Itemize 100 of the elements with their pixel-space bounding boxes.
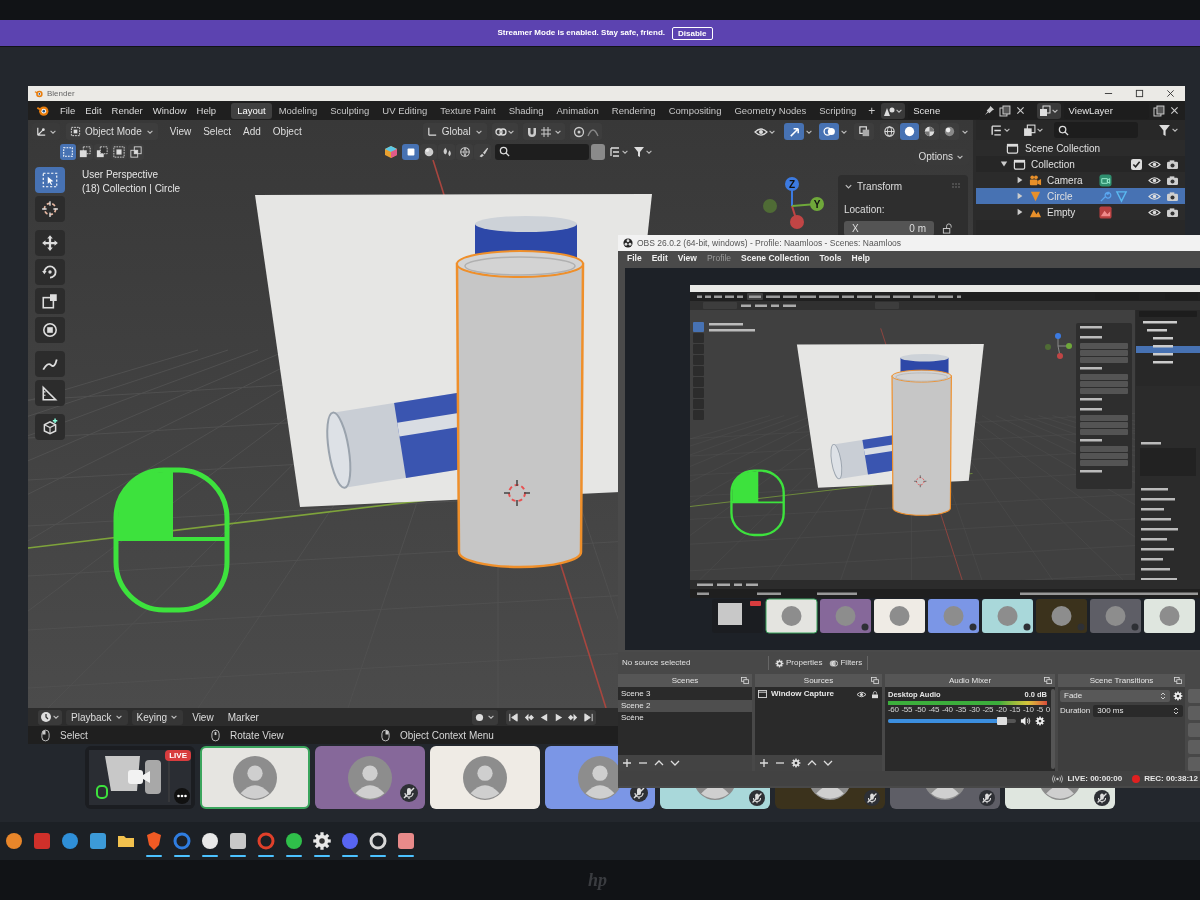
maximize-icon[interactable]	[1135, 89, 1144, 98]
undock-icon[interactable]	[1174, 677, 1182, 684]
gear-icon[interactable]	[791, 758, 801, 768]
gear-icon[interactable]	[1173, 691, 1183, 701]
undock-icon[interactable]	[741, 677, 749, 684]
workspace-tab[interactable]: Compositing	[662, 102, 728, 119]
call-tile[interactable]	[775, 788, 885, 809]
filter-toggle-button[interactable]	[456, 143, 473, 160]
app-logo-icon[interactable]	[36, 104, 49, 117]
scene-item[interactable]: Scène	[618, 712, 752, 724]
selection-mode-button[interactable]	[128, 143, 144, 160]
tool-button[interactable]	[35, 317, 65, 343]
jump-end-icon[interactable]	[582, 711, 594, 723]
call-tile[interactable]	[660, 788, 770, 809]
workspace-tab[interactable]: Geometry Nodes	[728, 102, 813, 119]
eye-icon[interactable]	[1148, 158, 1161, 170]
outliner-row[interactable]: Circle	[976, 188, 1185, 204]
orientation-dropdown[interactable]: Global	[422, 123, 487, 140]
menu-item[interactable]: View	[163, 124, 198, 139]
keyframe-back-icon[interactable]	[522, 711, 534, 723]
slider-thumb[interactable]	[997, 717, 1008, 726]
menu-item[interactable]: Edit	[80, 102, 107, 119]
selection-mode-button[interactable]	[77, 143, 93, 160]
camera-icon[interactable]	[1166, 190, 1179, 202]
axis-handle[interactable]	[790, 205, 804, 229]
eye-icon[interactable]	[1148, 206, 1161, 218]
workspace-tab[interactable]: Rendering	[605, 102, 662, 119]
padlock-icon[interactable]	[871, 689, 879, 699]
tool-button[interactable]	[35, 196, 65, 222]
editor-type-button[interactable]	[38, 709, 62, 725]
pivot-dropdown[interactable]	[491, 123, 518, 140]
workspace-tab[interactable]: Shading	[502, 102, 550, 119]
shading-mode-button[interactable]	[940, 123, 959, 140]
menu-item[interactable]: Render	[106, 102, 148, 119]
axis-handle[interactable]: Z	[785, 177, 799, 207]
tool-button[interactable]	[35, 414, 65, 440]
speaker-icon[interactable]	[1020, 716, 1031, 727]
colored-cube-icon[interactable]	[384, 144, 398, 159]
view-layer-selector-button[interactable]	[1036, 102, 1061, 119]
workspace-tab[interactable]: Texture Paint	[434, 102, 502, 119]
camera-icon[interactable]	[1166, 174, 1179, 186]
workspace-tab[interactable]: Sculpting	[324, 102, 376, 119]
filter-toggle-button[interactable]	[420, 143, 437, 160]
menu-item[interactable]: Window	[147, 102, 192, 119]
record-button[interactable]	[471, 709, 498, 725]
eye-icon[interactable]	[1148, 174, 1161, 186]
scene-item[interactable]: Scene 3	[618, 688, 752, 700]
transition-dropdown[interactable]: Fade	[1060, 690, 1170, 702]
scene-item[interactable]: Scene 2	[618, 700, 752, 712]
menu-item[interactable]: Help	[191, 102, 222, 119]
more-options-icon[interactable]	[174, 788, 190, 804]
plus-icon[interactable]	[759, 758, 769, 768]
menu-item[interactable]: Help	[846, 252, 875, 265]
add-workspace-button[interactable]: +	[862, 102, 882, 119]
chevron-up-icon[interactable]	[654, 758, 664, 768]
tool-button[interactable]	[35, 259, 65, 285]
disable-button[interactable]: Disable	[672, 26, 713, 40]
collapsed-arrow-icon[interactable]	[1016, 208, 1024, 216]
call-tile[interactable]	[890, 788, 1000, 809]
menu-item[interactable]: Add	[237, 124, 267, 139]
axis-handle[interactable]: Y	[791, 197, 824, 211]
menu-item[interactable]: Marker	[222, 709, 264, 725]
filter-toggle-button[interactable]	[474, 143, 491, 160]
proportional-edit-button[interactable]	[569, 123, 602, 140]
menu-item[interactable]: Select	[197, 124, 237, 139]
filter-toggle-button[interactable]	[402, 143, 419, 160]
filter-toggle-button[interactable]	[438, 143, 455, 160]
tool-button[interactable]	[35, 288, 65, 314]
call-tile[interactable]	[315, 746, 425, 809]
menu-item[interactable]: View	[672, 252, 702, 265]
copy-icon[interactable]	[998, 104, 1011, 117]
scene-selector-button[interactable]	[881, 102, 906, 119]
sort-toggle-button[interactable]	[591, 143, 605, 160]
tool-button[interactable]	[35, 230, 65, 256]
viewport-toggle-button[interactable]	[854, 123, 874, 140]
filters-button[interactable]: Filters	[827, 657, 865, 669]
undock-icon[interactable]	[871, 677, 879, 684]
menu-item[interactable]: File	[54, 102, 81, 119]
call-tile[interactable]	[200, 746, 310, 809]
snap-dropdown[interactable]	[522, 123, 565, 140]
viewport-toggle-button[interactable]	[784, 123, 804, 140]
workspace-tab[interactable]: Layout	[231, 102, 272, 119]
shading-mode-button[interactable]	[900, 123, 919, 140]
copy-icon[interactable]	[1153, 104, 1166, 117]
selection-mode-button[interactable]	[111, 143, 127, 160]
undock-icon[interactable]	[1044, 677, 1052, 684]
camera-icon[interactable]	[1166, 206, 1179, 218]
search-field[interactable]	[495, 143, 589, 160]
padlock-icon[interactable]	[942, 223, 953, 234]
selection-mode-button[interactable]	[60, 143, 76, 160]
chevron-down-icon[interactable]	[823, 758, 833, 768]
workspace-tab[interactable]: Scripting	[813, 102, 863, 119]
pin-icon[interactable]	[983, 105, 995, 116]
tool-button[interactable]	[35, 380, 65, 406]
mode-dropdown[interactable]: Object Mode	[66, 123, 158, 140]
menu-item[interactable]: Object	[266, 124, 308, 139]
tool-button[interactable]	[35, 351, 65, 377]
checkbox[interactable]	[1131, 158, 1142, 170]
shading-mode-button[interactable]	[880, 123, 899, 140]
filter-dropdown[interactable]	[1158, 122, 1179, 138]
